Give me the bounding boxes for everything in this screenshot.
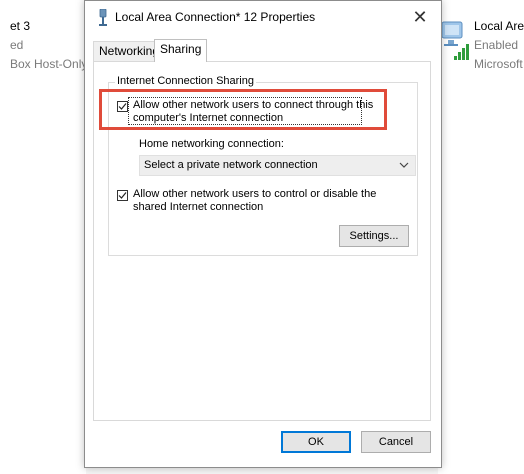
- allow-control-label-line-1[interactable]: Allow other network users to control or …: [133, 188, 376, 201]
- group-label: Internet Connection Sharing: [115, 75, 256, 87]
- background-right-line-2: Enabled: [474, 38, 519, 52]
- ok-button[interactable]: OK: [281, 431, 351, 453]
- home-networking-select-value: Select a private network connection: [144, 159, 318, 171]
- background-left-line-2: ed: [10, 38, 24, 52]
- home-networking-select[interactable]: Select a private network connection: [139, 155, 416, 176]
- dialog-titlebar[interactable]: Local Area Connection* 12 Properties ✕: [85, 1, 441, 33]
- background-connection-left: et 3 ed Box Host-Only: [0, 0, 88, 474]
- annotation-highlight-box: [99, 89, 387, 130]
- background-right-line-1: Local Area: [474, 19, 524, 33]
- checkmark-icon: [118, 192, 127, 199]
- tab-sharing[interactable]: Sharing: [154, 39, 207, 62]
- properties-dialog: Local Area Connection* 12 Properties ✕ N…: [84, 0, 442, 468]
- close-icon: ✕: [412, 6, 428, 27]
- background-connection-right[interactable]: Local Area Enabled Microsoft: [438, 0, 524, 474]
- dialog-title: Local Area Connection* 12 Properties: [115, 10, 316, 24]
- tab-networking[interactable]: Networking: [93, 41, 159, 61]
- cancel-button[interactable]: Cancel: [361, 431, 431, 453]
- allow-control-checkbox[interactable]: [117, 190, 128, 201]
- background-left-line-3: Box Host-Only: [10, 57, 88, 71]
- settings-button[interactable]: Settings...: [339, 225, 409, 247]
- network-adapter-icon: [441, 21, 469, 60]
- background-left-line-1: et 3: [10, 19, 31, 33]
- allow-control-label-line-2[interactable]: shared Internet connection: [133, 201, 263, 214]
- network-connection-icon: [99, 9, 107, 26]
- chevron-down-icon: [399, 162, 409, 168]
- close-button[interactable]: ✕: [407, 5, 433, 29]
- home-networking-label: Home networking connection:: [139, 138, 284, 150]
- background-right-line-3: Microsoft: [474, 57, 523, 71]
